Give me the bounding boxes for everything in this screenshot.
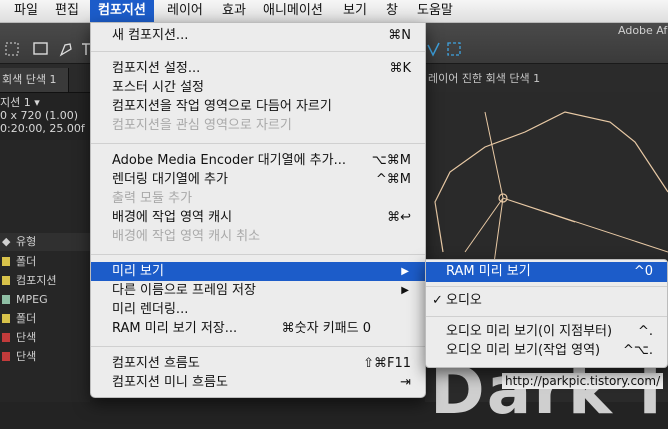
menu-item-trim-to-work-area[interactable]: 컴포지션을 작업 영역으로 다듬어 자르기 xyxy=(91,97,425,116)
menu-item-composition-mini-flowchart[interactable]: 컴포지션 미니 흐름도 ⇥ xyxy=(91,373,425,392)
separator xyxy=(91,346,425,347)
menu-item-cancel-cache-work-area: 배경에 작업 영역 캐시 취소 xyxy=(112,229,261,244)
menu-file[interactable]: 파일 xyxy=(14,0,38,22)
project-row[interactable]: 폴더 xyxy=(0,309,90,328)
rectangle-tool-icon[interactable] xyxy=(32,40,50,58)
menu-layer[interactable]: 레이어 xyxy=(167,0,203,22)
menu-item-save-ram-preview[interactable]: RAM 미리 보기 저장... ⌘숫자 키패드 0 xyxy=(91,319,425,338)
snap-icon[interactable] xyxy=(425,40,443,58)
project-row[interactable]: MPEG xyxy=(0,290,90,309)
menu-item-save-frame-as[interactable]: 다른 이름으로 프레임 저장 ▶ xyxy=(91,281,425,300)
composition-info: 지션 1 ▾ 0 x 720 (1.00) 0:20:00, 25.00f xyxy=(0,96,85,135)
label-color-swatch xyxy=(2,257,10,266)
tab-layer-viewer[interactable]: 레이어 진한 회색 단색 1 xyxy=(428,70,540,86)
menu-item-cache-work-area[interactable]: 배경에 작업 영역 캐시 ⌘↩ xyxy=(91,208,425,227)
submenu-item-audio-preview-work-area[interactable]: 오디오 미리 보기(작업 영역) ^⌥. xyxy=(426,341,667,361)
label-color-swatch xyxy=(2,333,10,342)
tab-solid-layer[interactable]: 회색 단색 1 xyxy=(0,68,70,92)
menu-item-crop-to-region-of-interest: 컴포지션을 관심 영역으로 자르기 xyxy=(112,118,292,133)
menu-view[interactable]: 보기 xyxy=(343,0,367,22)
tag-icon: ◆ xyxy=(2,235,11,248)
menu-item-add-to-media-encoder[interactable]: Adobe Media Encoder 대기열에 추가... ⌥⌘M xyxy=(91,151,425,170)
menu-item-preview[interactable]: 미리 보기 ▶ xyxy=(91,262,425,281)
project-row[interactable]: 폴더 xyxy=(0,252,90,271)
watermark: http://parkpic.tistory.com/ xyxy=(502,373,664,389)
app-title: Adobe Af xyxy=(618,24,668,37)
menu-item-composition-flowchart[interactable]: 컴포지션 흐름도 ⇧⌘F11 xyxy=(91,354,425,373)
separator xyxy=(91,51,425,52)
menu-window[interactable]: 창 xyxy=(386,0,398,22)
label-color-swatch xyxy=(2,276,10,285)
menu-composition[interactable]: 컴포지션 xyxy=(90,0,154,22)
type-column-header[interactable]: ◆ 유형 xyxy=(0,233,90,251)
submenu-item-ram-preview[interactable]: RAM 미리 보기 ^0 xyxy=(426,262,667,282)
grid-tool-icon[interactable] xyxy=(4,40,22,58)
separator xyxy=(91,143,425,144)
label-color-swatch xyxy=(2,314,10,323)
bounding-box-icon[interactable] xyxy=(445,40,463,58)
menu-item-pre-render[interactable]: 미리 렌더링... xyxy=(91,300,425,319)
menu-help[interactable]: 도움말 xyxy=(417,0,453,22)
separator xyxy=(426,316,667,317)
submenu-item-audio-preview-from-here[interactable]: 오디오 미리 보기(이 지점부터) ^. xyxy=(426,322,667,342)
submenu-arrow-icon: ▶ xyxy=(401,285,409,296)
menu-item-set-poster-time[interactable]: 포스터 시간 설정 xyxy=(91,78,425,97)
comp-resolution: 0 x 720 (1.00) xyxy=(0,109,79,122)
submenu-arrow-icon: ▶ xyxy=(401,266,409,277)
project-row[interactable]: 컴포지션 xyxy=(0,271,90,290)
project-row[interactable]: 단색 xyxy=(0,328,90,347)
comp-name[interactable]: 지션 1 ▾ xyxy=(0,96,85,109)
project-row[interactable]: 단색 xyxy=(0,347,90,366)
menu-edit[interactable]: 편집 xyxy=(55,0,79,22)
menu-bar: 파일 편집 컴포지션 레이어 효과 애니메이션 보기 창 도움말 xyxy=(0,0,668,23)
comp-duration: 0:20:00, 25.00f xyxy=(0,122,85,135)
separator xyxy=(91,254,425,255)
submenu-item-audio[interactable]: ✓ 오디오 xyxy=(426,291,667,311)
preview-submenu: RAM 미리 보기 ^0 ✓ 오디오 오디오 미리 보기(이 지점부터) ^. … xyxy=(425,259,668,368)
menu-item-composition-settings[interactable]: 컴포지션 설정... ⌘K xyxy=(91,59,425,78)
menu-item-add-output-module: 출력 모듈 추가 xyxy=(112,191,193,206)
label-color-swatch xyxy=(2,295,10,304)
menu-effect[interactable]: 효과 xyxy=(222,0,246,22)
label-color-swatch xyxy=(2,352,10,361)
separator xyxy=(426,286,667,287)
composition-menu: 새 컴포지션... ⌘N 컴포지션 설정... ⌘K 포스터 시간 설정 컴포지… xyxy=(90,22,426,398)
pen-tool-icon[interactable] xyxy=(58,40,76,58)
checkmark-icon: ✓ xyxy=(432,293,443,308)
menu-item-add-to-render-queue[interactable]: 렌더링 대기열에 추가 ^⌘M xyxy=(91,170,425,189)
menu-animation[interactable]: 애니메이션 xyxy=(263,0,323,22)
menu-item-new-composition[interactable]: 새 컴포지션... ⌘N xyxy=(91,26,425,45)
